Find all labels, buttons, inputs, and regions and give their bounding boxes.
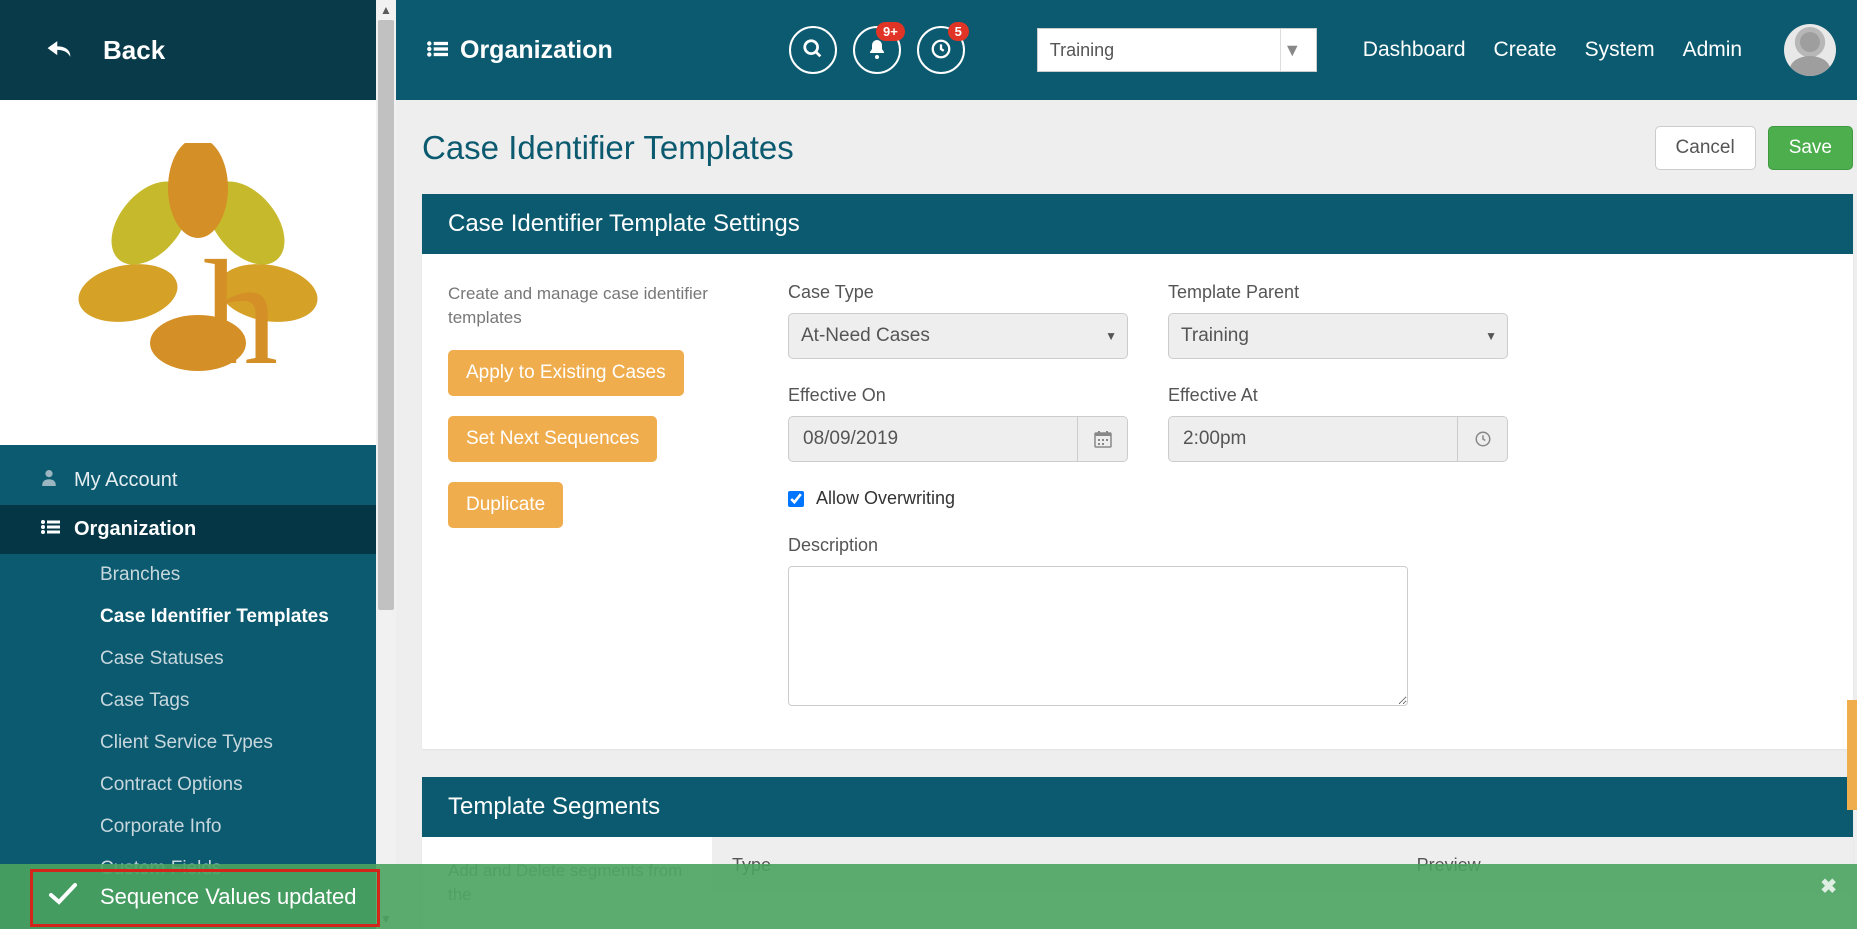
subnav-corporate-info[interactable]: Corporate Info xyxy=(0,806,396,848)
nav-list: My Account Organization Branches Case Id… xyxy=(0,445,396,890)
nav-organization[interactable]: Organization xyxy=(0,505,396,554)
main: Organization 9+ xyxy=(396,0,1857,929)
logo: h xyxy=(0,100,396,445)
settings-panel-header: Case Identifier Template Settings xyxy=(422,194,1853,254)
sidebar-back-row[interactable]: Back xyxy=(0,0,396,100)
chevron-down-icon: ▼ xyxy=(1485,329,1497,343)
search-button[interactable] xyxy=(789,26,837,74)
settings-panel: Case Identifier Template Settings Create… xyxy=(422,194,1853,749)
topnav-title: Organization xyxy=(426,36,613,65)
case-type-select[interactable]: At-Need Cases ▼ xyxy=(788,313,1128,359)
history-button[interactable]: 5 xyxy=(917,26,965,74)
check-icon xyxy=(48,882,78,912)
nav-my-account-label: My Account xyxy=(74,469,177,492)
subnav-case-tags[interactable]: Case Tags xyxy=(0,680,396,722)
clock-icon xyxy=(930,38,952,63)
nav-dashboard[interactable]: Dashboard xyxy=(1363,38,1466,62)
allow-overwriting-label: Allow Overwriting xyxy=(816,488,955,509)
calendar-icon[interactable] xyxy=(1078,416,1128,462)
list-icon xyxy=(426,36,448,65)
toast: Sequence Values updated ✖ xyxy=(0,864,1857,929)
back-label: Back xyxy=(103,35,165,66)
nav-my-account[interactable]: My Account xyxy=(0,455,396,505)
page-title: Case Identifier Templates xyxy=(422,129,794,167)
set-next-sequences-button[interactable]: Set Next Sequences xyxy=(448,416,657,462)
apply-existing-button[interactable]: Apply to Existing Cases xyxy=(448,350,684,396)
description-label: Description xyxy=(788,535,1128,556)
back-arrow-icon xyxy=(45,38,73,63)
effective-on-input[interactable] xyxy=(788,416,1078,462)
nav-admin[interactable]: Admin xyxy=(1683,38,1743,62)
bell-icon xyxy=(867,38,887,63)
nav-organization-label: Organization xyxy=(74,518,196,541)
effective-on-label: Effective On xyxy=(788,385,1128,406)
sidebar: Back h My Account xyxy=(0,0,396,929)
template-parent-label: Template Parent xyxy=(1168,282,1508,303)
side-tab[interactable] xyxy=(1847,700,1857,810)
effective-at-label: Effective At xyxy=(1168,385,1508,406)
subnav-branches[interactable]: Branches xyxy=(0,554,396,596)
allow-overwriting-checkbox[interactable] xyxy=(788,491,804,507)
avatar[interactable] xyxy=(1784,24,1836,76)
duplicate-button[interactable]: Duplicate xyxy=(448,482,563,528)
subnav-case-statuses[interactable]: Case Statuses xyxy=(0,638,396,680)
save-button[interactable]: Save xyxy=(1768,126,1853,170)
chevron-down-icon: ▼ xyxy=(1105,329,1117,343)
svg-text:h: h xyxy=(203,230,278,396)
case-type-label: Case Type xyxy=(788,282,1128,303)
template-parent-select[interactable]: Training ▼ xyxy=(1168,313,1508,359)
case-type-value: At-Need Cases xyxy=(801,325,930,347)
cancel-button[interactable]: Cancel xyxy=(1655,126,1756,170)
user-icon xyxy=(40,468,62,492)
notifications-button[interactable]: 9+ xyxy=(853,26,901,74)
clock-icon[interactable] xyxy=(1458,416,1508,462)
sidebar-scrollbar[interactable]: ▲ ▼ xyxy=(376,0,396,929)
topnav: Organization 9+ xyxy=(396,0,1857,100)
notifications-badge: 9+ xyxy=(876,22,905,41)
chevron-down-icon: ▼ xyxy=(1280,29,1304,71)
scroll-up-icon[interactable]: ▲ xyxy=(376,0,396,20)
segments-panel-header: Template Segments xyxy=(422,777,1853,837)
scroll-thumb[interactable] xyxy=(378,20,394,610)
subnav-contract-options[interactable]: Contract Options xyxy=(0,764,396,806)
org-select[interactable]: Training ▼ xyxy=(1037,28,1317,72)
org-select-value: Training xyxy=(1050,40,1114,61)
search-icon xyxy=(802,38,824,63)
subnav-client-service-types[interactable]: Client Service Types xyxy=(0,722,396,764)
settings-description: Create and manage case identifier templa… xyxy=(448,282,738,330)
close-icon[interactable]: ✖ xyxy=(1820,874,1837,899)
nav-system[interactable]: System xyxy=(1585,38,1655,62)
list-icon xyxy=(40,518,62,541)
nav-create[interactable]: Create xyxy=(1494,38,1557,62)
history-badge: 5 xyxy=(948,22,969,41)
topnav-title-text: Organization xyxy=(460,36,613,65)
subnav-case-identifier-templates[interactable]: Case Identifier Templates xyxy=(0,596,396,638)
template-parent-value: Training xyxy=(1181,325,1249,347)
toast-message: Sequence Values updated xyxy=(100,884,356,910)
effective-at-input[interactable] xyxy=(1168,416,1458,462)
